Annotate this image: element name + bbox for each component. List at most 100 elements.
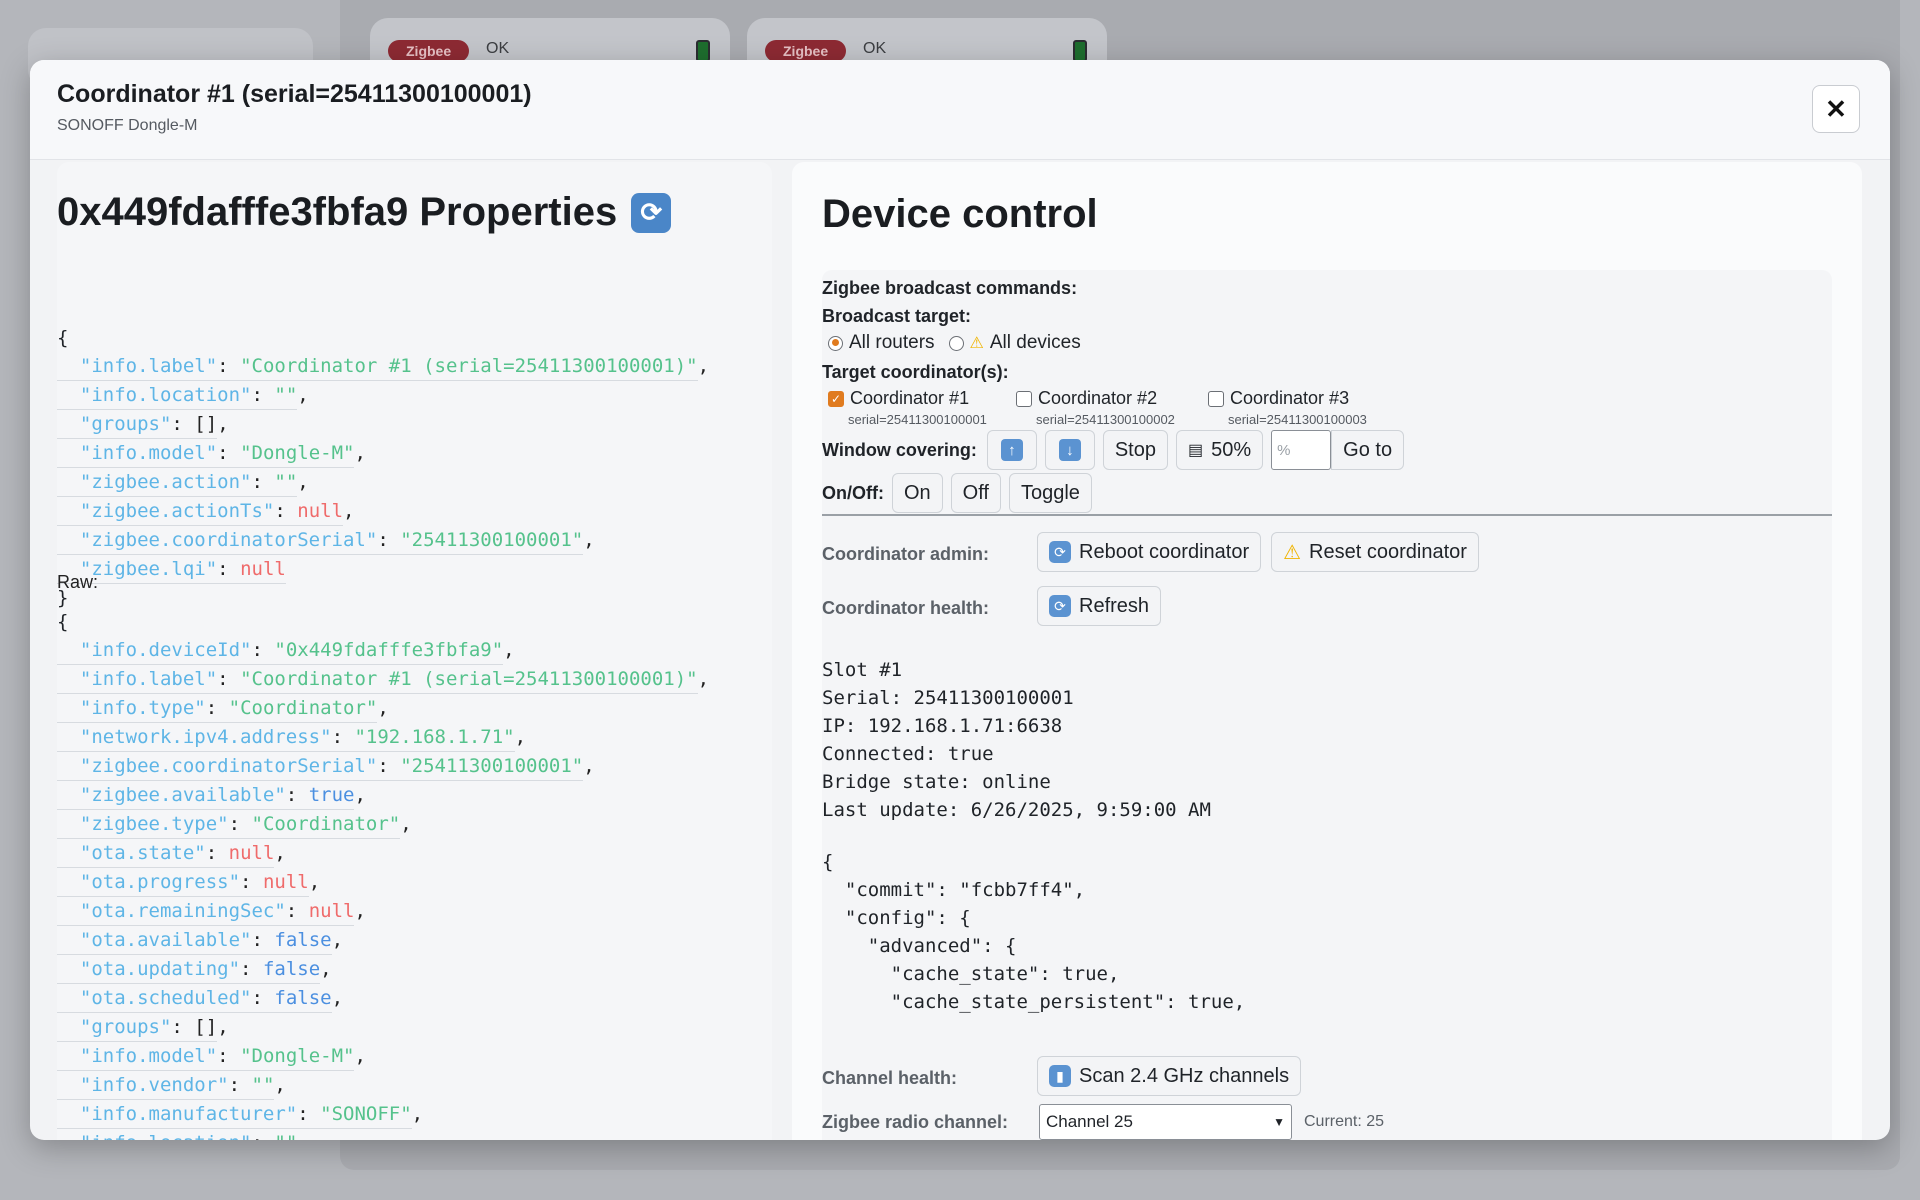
divider xyxy=(822,514,1832,516)
json-line: "ota.available": false, xyxy=(57,926,709,955)
coordinator-health-actions: ⟳ Refresh xyxy=(1037,586,1162,626)
target-all-devices[interactable]: ⚠ All devices xyxy=(948,332,1081,354)
raw-label: Raw: xyxy=(57,572,99,592)
json-line: "info.label": "Coordinator #1 (serial=25… xyxy=(57,352,709,381)
json-line: "info.model": "Dongle-M", xyxy=(57,1042,709,1071)
json-brace: { xyxy=(57,611,69,633)
coordinator-option-2[interactable]: Coordinator #2 serial=25411300100002 xyxy=(1016,388,1175,427)
warning-icon: ⚠ xyxy=(1283,541,1302,564)
json-line: "zigbee.actionTs": null, xyxy=(57,497,709,526)
target-all-routers[interactable]: All routers xyxy=(828,332,935,354)
broadcast-target-label: Broadcast target: xyxy=(822,306,972,326)
channel-select[interactable]: Channel 25 ▼ xyxy=(1039,1104,1292,1140)
cover-stop-button[interactable]: Stop xyxy=(1102,430,1168,470)
radio-channel-label: Zigbee radio channel: xyxy=(822,1112,1009,1132)
current-channel: Current: 25 xyxy=(1304,1113,1385,1130)
broadcast-heading: Zigbee broadcast commands: xyxy=(822,278,1078,298)
radio-all-routers[interactable] xyxy=(828,335,843,351)
json-line: "zigbee.coordinatorSerial": "25411300100… xyxy=(57,752,709,781)
toggle-button[interactable]: Toggle xyxy=(1008,473,1092,513)
scan-channels-button[interactable]: ▮ Scan 2.4 GHz channels xyxy=(1037,1056,1302,1096)
checkbox-coordinator-3[interactable] xyxy=(1208,390,1224,407)
refresh-icon: ⟳ xyxy=(1049,595,1071,617)
arrow-down-icon: ↓ xyxy=(1058,439,1081,461)
json-line: "info.location": "", xyxy=(57,1129,709,1140)
coordinator-option-3[interactable]: Coordinator #3 serial=25411300100003 xyxy=(1208,388,1367,427)
checkbox-coordinator-1[interactable]: ✓ xyxy=(828,390,844,407)
target-coordinators-label: Target coordinator(s): xyxy=(822,362,1009,382)
window-covering-row: Window covering: ↑ ↓ Stop ▤ 50% % Go to xyxy=(822,430,1405,470)
broadcast-target-options: All routers ⚠ All devices xyxy=(828,332,1081,354)
coordinator-serial: serial=25411300100003 xyxy=(1228,412,1367,427)
cover-goto-button[interactable]: Go to xyxy=(1331,430,1405,470)
json-line: "zigbee.lqi": null xyxy=(57,555,709,584)
channel-health-actions: ▮ Scan 2.4 GHz channels xyxy=(1037,1056,1302,1096)
properties-title: 0x449fdafffe3fbfa9 Properties ⟳ xyxy=(57,190,672,235)
json-line: "ota.state": null, xyxy=(57,839,709,868)
refresh-icon[interactable]: ⟳ xyxy=(631,192,672,233)
modal-title: Coordinator #1 (serial=25411300100001) xyxy=(57,80,532,108)
coordinator-option-1[interactable]: ✓ Coordinator #1 serial=25411300100001 xyxy=(828,388,987,427)
battery-icon xyxy=(1073,40,1087,62)
onoff-row: On/Off: On Off Toggle xyxy=(822,473,1092,513)
json-line: "ota.updating": false, xyxy=(57,955,709,984)
coordinator-config-json: { "commit": "fcbb7ff4", "config": { "adv… xyxy=(822,851,1246,1013)
close-button[interactable]: ✕ xyxy=(1812,85,1860,133)
json-line: "zigbee.coordinatorSerial": "25411300100… xyxy=(57,526,709,555)
window-icon: ▤ xyxy=(1188,442,1204,459)
cover-half-button[interactable]: ▤ 50% xyxy=(1176,430,1264,470)
protocol-badge: Zigbee xyxy=(388,40,470,62)
window-covering-label: Window covering: xyxy=(822,439,977,460)
close-icon: ✕ xyxy=(1825,93,1847,124)
json-line: "info.vendor": "", xyxy=(57,1071,709,1100)
json-line: "zigbee.action": "", xyxy=(57,468,709,497)
json-line: "ota.progress": null, xyxy=(57,868,709,897)
modal-header: Coordinator #1 (serial=25411300100001) S… xyxy=(30,60,1890,160)
json-line: "groups": [], xyxy=(57,1013,709,1042)
warning-icon: ⚠ xyxy=(969,335,984,352)
radio-all-devices[interactable] xyxy=(948,335,964,351)
device-modal: Coordinator #1 (serial=25411300100001) S… xyxy=(30,60,1890,1140)
device-control-body: Zigbee broadcast commands: Broadcast tar… xyxy=(822,270,1832,1140)
coordinator-admin-actions: ⟳ Reboot coordinator ⚠ Reset coordinator xyxy=(1037,532,1479,572)
signal-chart-icon: ▮ xyxy=(1049,1065,1071,1087)
json-line: "info.manufacturer": "SONOFF", xyxy=(57,1100,709,1129)
onoff-label: On/Off: xyxy=(822,482,884,503)
coordinator-health-label: Coordinator health: xyxy=(822,598,989,618)
properties-title-text: 0x449fdafffe3fbfa9 Properties xyxy=(57,190,618,234)
device-control-title: Device control xyxy=(822,192,1098,236)
status-text: OK xyxy=(486,40,510,57)
json-line: "ota.scheduled": false, xyxy=(57,984,709,1013)
battery-icon xyxy=(696,40,710,62)
coordinator-serial: serial=25411300100002 xyxy=(1036,412,1175,427)
cover-down-button[interactable]: ↓ xyxy=(1044,430,1095,470)
cover-percent-input[interactable]: % xyxy=(1271,430,1332,470)
coordinator-serial: serial=25411300100001 xyxy=(848,412,987,427)
coordinator-admin-label: Coordinator admin: xyxy=(822,544,989,564)
coordinator-health-text: Slot #1 Serial: 25411300100001 IP: 192.1… xyxy=(822,659,1211,821)
json-line: "ota.remainingSec": null, xyxy=(57,897,709,926)
json-brace: { xyxy=(57,327,69,349)
json-line: "info.type": "Coordinator", xyxy=(57,694,709,723)
off-button[interactable]: Off xyxy=(950,473,1001,513)
cover-up-button[interactable]: ↑ xyxy=(986,430,1037,470)
json-line: "info.label": "Coordinator #1 (serial=25… xyxy=(57,665,709,694)
checkbox-coordinator-2[interactable] xyxy=(1016,390,1032,407)
reset-coordinator-button[interactable]: ⚠ Reset coordinator xyxy=(1271,532,1479,572)
json-line: "groups": [], xyxy=(57,410,709,439)
json-line: "info.deviceId": "0x449fdafffe3fbfa9", xyxy=(57,636,709,665)
chevron-down-icon: ▼ xyxy=(1273,1115,1285,1129)
json-line: "zigbee.type": "Coordinator", xyxy=(57,810,709,839)
json-line: "info.location": "", xyxy=(57,381,709,410)
properties-json: { "info.label": "Coordinator #1 (serial=… xyxy=(57,324,709,612)
json-line: "zigbee.available": true, xyxy=(57,781,709,810)
properties-panel: 0x449fdafffe3fbfa9 Properties ⟳ { "info.… xyxy=(57,162,772,1140)
on-button[interactable]: On xyxy=(891,473,943,513)
device-control-panel: Device control Zigbee broadcast commands… xyxy=(792,162,1862,1140)
channel-health-label: Channel health: xyxy=(822,1068,958,1088)
json-line: "network.ipv4.address": "192.168.1.71", xyxy=(57,723,709,752)
refresh-health-button[interactable]: ⟳ Refresh xyxy=(1037,586,1162,626)
radio-channel-row: Channel 25 ▼ Current: 25 xyxy=(1039,1104,1384,1140)
reboot-coordinator-button[interactable]: ⟳ Reboot coordinator xyxy=(1037,532,1262,572)
refresh-icon: ⟳ xyxy=(1049,541,1071,563)
